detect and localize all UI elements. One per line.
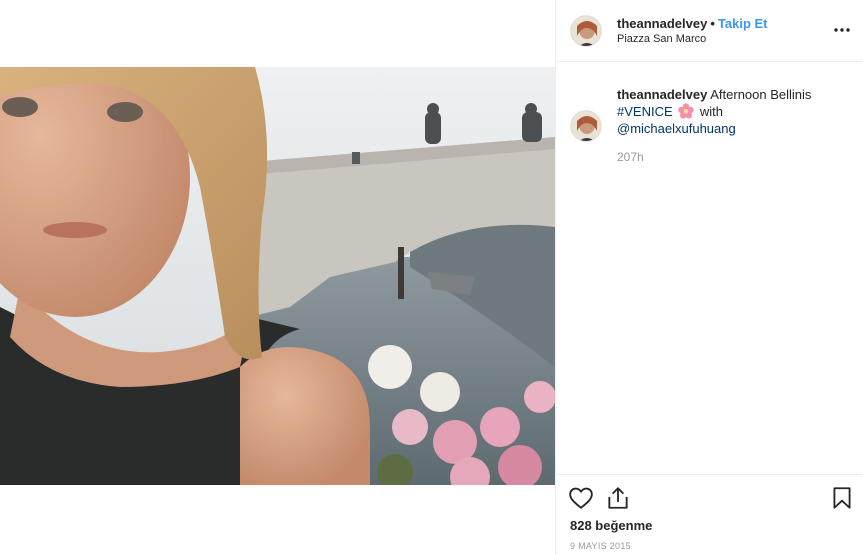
ellipsis-icon-graphic	[834, 28, 850, 32]
media-area	[0, 0, 555, 555]
caption-time: 207h	[617, 150, 644, 164]
follow-button[interactable]: Takip Et	[718, 16, 768, 31]
ellipsis-icon[interactable]	[834, 19, 850, 33]
caption-text-2: with	[699, 104, 724, 119]
header-username[interactable]: theannadelvey	[617, 16, 707, 31]
hashtag-link[interactable]: #VENICE	[617, 104, 673, 119]
avatar[interactable]	[570, 15, 602, 47]
photo-illustration	[0, 67, 555, 485]
separator-dot: •	[710, 16, 715, 31]
post-date: 9 MAYIS 2015	[570, 541, 631, 551]
post-side-panel: theannadelvey • Takip Et Piazza San Marco …	[555, 0, 863, 555]
post-caption: theannadelvey Afternoon Bellinis #VENICE…	[617, 86, 849, 137]
caption-username[interactable]: theannadelvey	[617, 87, 707, 102]
post-photo[interactable]	[0, 67, 555, 485]
likes-count[interactable]: 828 beğenme	[570, 518, 652, 533]
bookmark-icon-graphic	[833, 487, 851, 509]
bookmark-icon[interactable]	[829, 485, 855, 511]
flower-emoji-icon	[678, 103, 694, 119]
heart-icon-graphic	[569, 487, 593, 509]
mention-link[interactable]: @michaelxufuhuang	[617, 121, 736, 136]
heart-icon[interactable]	[568, 485, 594, 511]
post-header: theannadelvey • Takip Et Piazza San Marco	[556, 0, 863, 62]
caption-avatar[interactable]	[570, 110, 602, 142]
share-icon[interactable]	[605, 485, 631, 511]
avatar-image	[571, 16, 601, 46]
caption-avatar-image	[571, 111, 601, 141]
location-link[interactable]: Piazza San Marco	[617, 33, 706, 45]
share-icon-graphic	[608, 487, 628, 509]
action-bar: 828 beğenme 9 MAYIS 2015	[556, 474, 863, 555]
header-user-line: theannadelvey • Takip Et	[617, 16, 768, 31]
caption-text-1: Afternoon Bellinis	[710, 87, 812, 102]
flower-emoji-graphic	[678, 103, 694, 119]
